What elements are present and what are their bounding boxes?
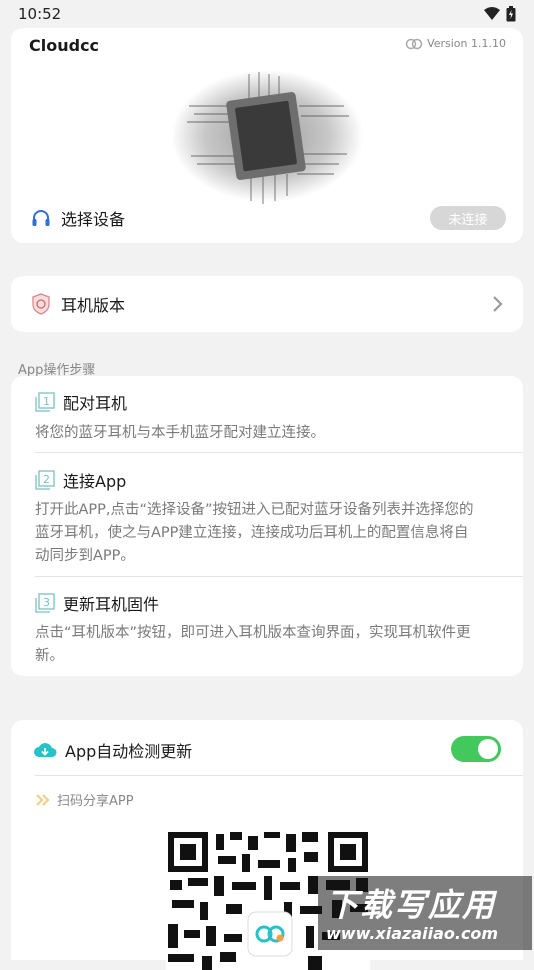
watermark-url: www.xiazaiiao.com	[326, 924, 499, 943]
step-title: 连接App	[63, 472, 127, 491]
select-device-label: 选择设备	[61, 210, 126, 229]
step-item: 2 连接App 打开此APP,点击“选择设备”按钮进入已配对蓝牙设备列表并选择您…	[35, 468, 523, 568]
watermark-title: 下载写应用	[326, 886, 497, 924]
step-item: 1 配对耳机 将您的蓝牙耳机与本手机蓝牙配对建立连接。	[35, 390, 523, 445]
shield-icon	[32, 293, 50, 315]
firmware-version-row[interactable]: 耳机版本	[11, 276, 523, 332]
watermark-overlay: 下载写应用 www.xiazaiiao.com	[318, 876, 532, 950]
battery-icon	[506, 6, 516, 22]
cloud-download-icon	[34, 743, 57, 757]
auto-update-label: App自动检测更新	[65, 742, 193, 761]
double-chevron-icon	[36, 793, 50, 806]
divider	[35, 576, 523, 577]
status-time: 10:52	[18, 5, 62, 23]
version-text: Version 1.1.10	[427, 37, 506, 50]
version-info: Version 1.1.10	[405, 37, 506, 50]
steps-card: 1 配对耳机 将您的蓝牙耳机与本手机蓝牙配对建立连接。 2 连接App 打开此A…	[11, 376, 523, 676]
step-description: 打开此APP,点击“选择设备”按钮进入已配对蓝牙设备列表并选择您的 蓝牙耳机，使…	[35, 502, 474, 564]
svg-text:1: 1	[43, 395, 50, 408]
step-item: 3 更新耳机固件 点击“耳机版本”按钮，即可进入耳机版本查询界面，实现耳机软件更…	[35, 591, 523, 668]
app-title: Cloudcc	[29, 36, 100, 55]
number-3-icon: 3	[35, 593, 55, 613]
select-device-button[interactable]: 选择设备	[31, 206, 125, 230]
share-app-row: 扫码分享APP	[35, 790, 134, 809]
auto-update-toggle[interactable]	[451, 736, 501, 762]
auto-update-row: App自动检测更新	[33, 738, 192, 762]
divider	[35, 775, 523, 776]
number-1-icon: 1	[35, 392, 55, 412]
step-title: 配对耳机	[63, 394, 128, 413]
device-card: Cloudcc Version 1.1.10 选择设备 未连接	[11, 28, 523, 243]
status-icons	[484, 6, 516, 22]
svg-text:2: 2	[43, 473, 50, 486]
divider	[35, 452, 523, 453]
number-2-icon: 2	[35, 470, 55, 490]
share-label: 扫码分享APP	[57, 794, 134, 809]
earphone-chip-image	[171, 70, 363, 204]
svg-text:3: 3	[43, 596, 50, 609]
firmware-label: 耳机版本	[61, 296, 126, 315]
status-bar: 10:52	[0, 0, 534, 28]
headphones-icon	[32, 210, 50, 226]
connection-status-badge: 未连接	[430, 206, 506, 230]
step-description: 将您的蓝牙耳机与本手机蓝牙配对建立连接。	[35, 425, 325, 441]
wifi-icon	[484, 7, 500, 20]
step-title: 更新耳机固件	[63, 595, 160, 614]
chevron-right-icon	[493, 296, 503, 312]
cloud-logo-icon	[405, 38, 423, 49]
step-description: 点击“耳机版本”按钮，即可进入耳机版本查询界面，实现耳机软件更 新。	[35, 625, 471, 664]
